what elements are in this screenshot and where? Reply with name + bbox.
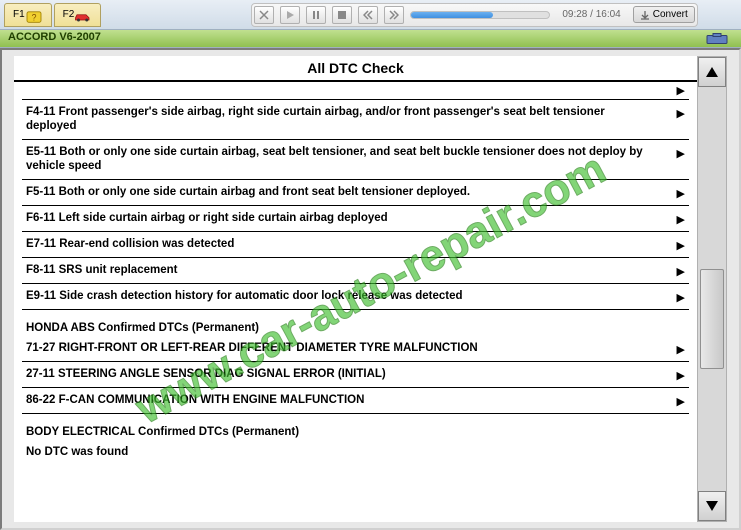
section-header-body: BODY ELECTRICAL Confirmed DTCs (Permanen… — [22, 414, 689, 440]
chevron-right-icon: ▶ — [677, 185, 685, 200]
list-item[interactable]: 27-11 STEERING ANGLE SENSOR DIAG SIGNAL … — [22, 362, 689, 388]
list-item[interactable]: F6-11 Left side curtain airbag or right … — [22, 206, 689, 232]
dtc-text: E5-11 Both or only one side curtain airb… — [26, 145, 677, 174]
dtc-list: x▶ F4-11 Front passenger's side airbag, … — [14, 82, 697, 464]
main-area: All DTC Check x▶ F4-11 Front passenger's… — [0, 48, 741, 530]
x-icon — [259, 10, 269, 20]
tab-label: F2 — [63, 9, 75, 20]
dtc-text: 71-27 RIGHT-FRONT OR LEFT-REAR DIFFERENT… — [26, 341, 677, 355]
play-icon — [285, 10, 295, 20]
forward-button[interactable] — [384, 6, 404, 24]
chevron-right-icon: ▶ — [677, 237, 685, 252]
stop-icon — [337, 10, 347, 20]
time-display: 09:28 / 16:04 — [562, 9, 620, 20]
play-button[interactable] — [280, 6, 300, 24]
section-header-abs: HONDA ABS Confirmed DTCs (Permanent) — [22, 310, 689, 336]
rewind-icon — [363, 10, 373, 20]
chevron-right-icon: ▶ — [677, 82, 685, 97]
list-item[interactable]: F4-11 Front passenger's side airbag, rig… — [22, 100, 689, 140]
dtc-text: F8-11 SRS unit replacement — [26, 263, 677, 277]
progress-slider[interactable] — [410, 11, 550, 19]
car-icon — [74, 10, 92, 24]
chevron-right-icon: ▶ — [677, 393, 685, 408]
list-item: No DTC was found — [22, 440, 689, 464]
triangle-down-icon — [705, 499, 719, 513]
download-icon — [640, 10, 650, 20]
pause-button[interactable] — [306, 6, 326, 24]
list-item-cutoff[interactable]: x▶ — [22, 82, 689, 100]
chevron-right-icon: ▶ — [677, 263, 685, 278]
list-item[interactable]: 71-27 RIGHT-FRONT OR LEFT-REAR DIFFERENT… — [22, 336, 689, 362]
media-controls: 09:28 / 16:04 Convert — [251, 3, 697, 27]
progress-fill — [411, 12, 492, 18]
dtc-text: F5-11 Both or only one side curtain airb… — [26, 185, 677, 199]
scroll-down-button[interactable] — [698, 491, 726, 521]
dtc-text: E9-11 Side crash detection history for a… — [26, 289, 677, 303]
svg-text:?: ? — [31, 12, 36, 22]
rewind-button[interactable] — [358, 6, 378, 24]
list-item[interactable]: 86-22 F-CAN COMMUNICATION WITH ENGINE MA… — [22, 388, 689, 414]
tab-f1[interactable]: F1 ? — [4, 3, 52, 27]
content-pane: All DTC Check x▶ F4-11 Front passenger's… — [14, 56, 697, 522]
dtc-text: 27-11 STEERING ANGLE SENSOR DIAG SIGNAL … — [26, 367, 677, 381]
chevron-right-icon: ▶ — [677, 105, 685, 120]
chevron-right-icon: ▶ — [677, 367, 685, 382]
chevron-right-icon: ▶ — [677, 145, 685, 160]
no-dtc-text: No DTC was found — [26, 445, 685, 459]
convert-label: Convert — [653, 9, 688, 20]
top-toolbar: F1 ? F2 09:28 / 16:04 Convert — [0, 0, 741, 30]
chevron-right-icon: ▶ — [677, 341, 685, 356]
vertical-scrollbar[interactable] — [697, 56, 727, 522]
dtc-text: F6-11 Left side curtain airbag or right … — [26, 211, 677, 225]
breadcrumb: ACCORD V6-2007 — [0, 30, 741, 48]
triangle-up-icon — [705, 65, 719, 79]
scroll-track[interactable] — [698, 87, 726, 491]
scroll-up-button[interactable] — [698, 57, 726, 87]
dtc-text: F4-11 Front passenger's side airbag, rig… — [26, 105, 677, 134]
list-item[interactable]: E5-11 Both or only one side curtain airb… — [22, 140, 689, 180]
scroll-thumb[interactable] — [700, 269, 724, 369]
chevron-right-icon: ▶ — [677, 211, 685, 226]
list-item[interactable]: F5-11 Both or only one side curtain airb… — [22, 180, 689, 206]
tab-f2[interactable]: F2 — [54, 3, 102, 27]
list-item[interactable]: E9-11 Side crash detection history for a… — [22, 284, 689, 310]
tab-label: F1 — [13, 9, 25, 20]
dtc-text: E7-11 Rear-end collision was detected — [26, 237, 677, 251]
pause-icon — [311, 10, 321, 20]
vehicle-title: ACCORD V6-2007 — [8, 31, 101, 46]
list-item[interactable]: F8-11 SRS unit replacement▶ — [22, 258, 689, 284]
convert-button[interactable]: Convert — [633, 6, 695, 23]
forward-icon — [389, 10, 399, 20]
tab-strip: F1 ? F2 — [4, 3, 101, 27]
pane-title: All DTC Check — [14, 56, 697, 82]
close-button[interactable] — [254, 6, 274, 24]
toolbox-icon — [703, 31, 733, 46]
chevron-right-icon: ▶ — [677, 289, 685, 304]
help-icon: ? — [25, 10, 43, 24]
dtc-text: 86-22 F-CAN COMMUNICATION WITH ENGINE MA… — [26, 393, 677, 407]
stop-button[interactable] — [332, 6, 352, 24]
list-item[interactable]: E7-11 Rear-end collision was detected▶ — [22, 232, 689, 258]
